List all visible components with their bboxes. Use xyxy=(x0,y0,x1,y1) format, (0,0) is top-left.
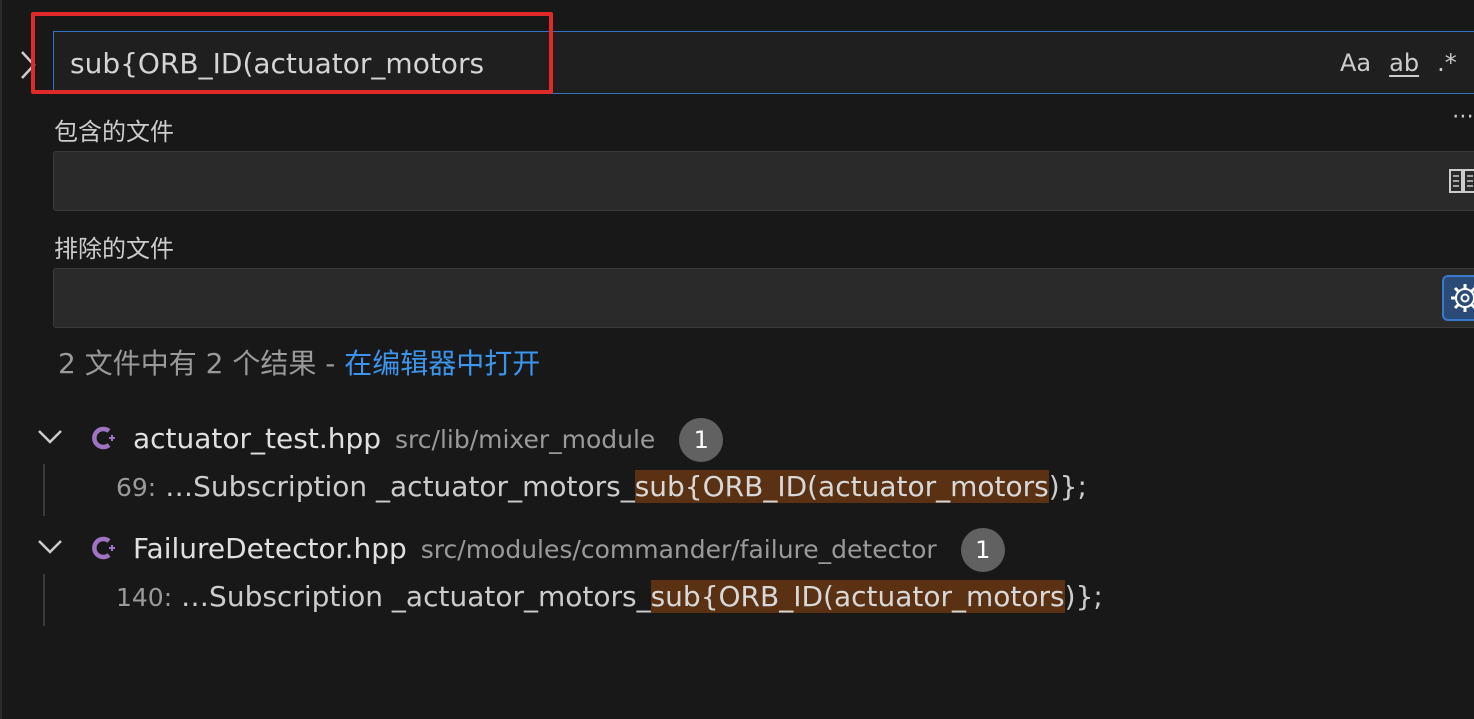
include-files-input[interactable] xyxy=(68,164,1368,198)
gear-icon xyxy=(1451,284,1474,312)
include-files-label: 包含的文件 xyxy=(54,118,174,146)
match-highlight: sub{ORB_ID(actuator_motors xyxy=(650,580,1065,613)
regex-toggle[interactable]: .* xyxy=(1437,49,1457,77)
result-file-name: FailureDetector.hpp src/modules/commander… xyxy=(133,528,1005,572)
line-number: 140: xyxy=(116,583,173,612)
exclude-files-label: 排除的文件 xyxy=(54,235,174,263)
more-options-icon[interactable]: ⋯ xyxy=(1452,104,1474,129)
match-line[interactable]: 69: …Subscription _actuator_motors_sub{O… xyxy=(116,470,1087,503)
match-prefix: …Subscription _actuator_motors_ xyxy=(165,470,635,503)
whole-word-toggle[interactable]: ab xyxy=(1389,49,1419,77)
result-file-path: src/modules/commander/failure_detector xyxy=(420,535,937,564)
result-file-path: src/lib/mixer_module xyxy=(395,425,656,454)
match-highlight: sub{ORB_ID(actuator_motors xyxy=(634,470,1049,503)
file-name-text: FailureDetector.hpp xyxy=(133,532,407,565)
open-in-editor-link[interactable]: 在编辑器中打开 xyxy=(344,347,540,380)
use-exclude-settings-button[interactable] xyxy=(1442,275,1474,321)
result-file-row[interactable]: FailureDetector.hpp src/modules/commander… xyxy=(0,522,1474,572)
results-count-text: 2 文件中有 2 个结果 - xyxy=(58,347,345,380)
match-suffix: )}; xyxy=(1064,580,1103,613)
match-suffix: )}; xyxy=(1048,470,1087,503)
match-case-toggle[interactable]: Aa xyxy=(1340,49,1371,77)
chevron-down-icon[interactable] xyxy=(36,426,64,450)
cpp-file-icon xyxy=(90,423,120,457)
tree-indent-guide xyxy=(43,464,45,516)
exclude-files-input[interactable] xyxy=(68,281,1368,315)
results-summary: 2 文件中有 2 个结果 - 在编辑器中打开 xyxy=(58,342,540,382)
match-prefix: …Subscription _actuator_motors_ xyxy=(181,580,651,613)
search-options: Aa ab .* xyxy=(1340,46,1457,80)
chevron-down-icon[interactable] xyxy=(36,536,64,560)
book-icon[interactable] xyxy=(1448,166,1474,200)
sidebar-edge xyxy=(0,0,2,719)
tree-indent-guide xyxy=(43,574,45,626)
cpp-file-icon xyxy=(90,533,120,567)
line-number: 69: xyxy=(116,473,157,502)
match-count-badge: 1 xyxy=(679,418,724,462)
match-count-badge: 1 xyxy=(960,528,1005,572)
include-files-box xyxy=(53,151,1474,211)
annotation-highlight-box xyxy=(31,12,553,94)
exclude-files-box xyxy=(53,268,1474,328)
match-line[interactable]: 140: …Subscription _actuator_motors_sub{… xyxy=(116,580,1103,613)
result-file-row[interactable]: actuator_test.hpp src/lib/mixer_module 1 xyxy=(0,412,1474,462)
file-name-text: actuator_test.hpp xyxy=(133,422,382,455)
result-file-name: actuator_test.hpp src/lib/mixer_module 1 xyxy=(133,418,724,462)
